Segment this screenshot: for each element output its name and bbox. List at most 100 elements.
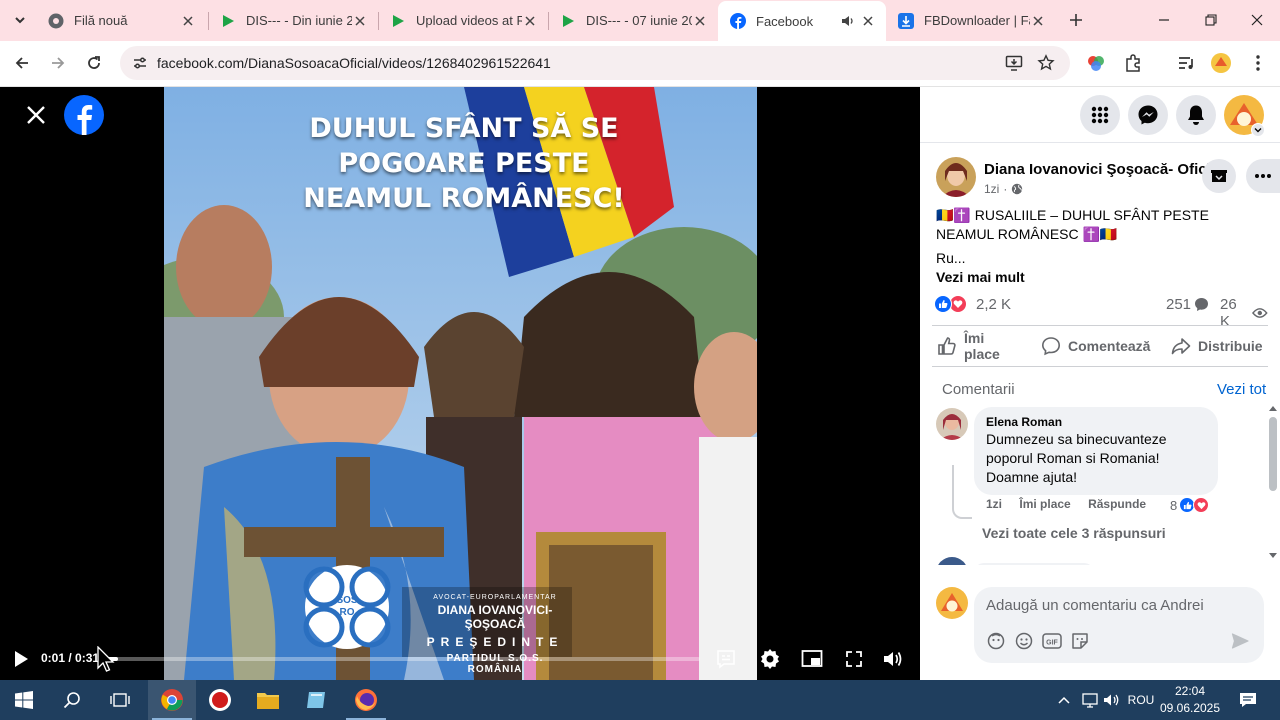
see-all-comments-link[interactable]: Vezi tot [1217, 381, 1266, 398]
picture-in-picture-button[interactable] [799, 646, 825, 672]
messenger-button[interactable] [1128, 95, 1168, 135]
comment-list: Elena Roman Dumnezeu sa binecuvanteze po… [920, 405, 1280, 565]
browser-toolbar: facebook.com/DianaSosoacaOficial/videos/… [0, 41, 1280, 87]
comment-reply-link[interactable]: Răspunde [1088, 497, 1146, 511]
minimize-button[interactable] [1141, 0, 1187, 40]
comment-count[interactable]: 251 [1166, 296, 1209, 313]
comments-scrollbar[interactable] [1266, 405, 1280, 561]
comment-composer[interactable]: Adaugă un comentariu ca Andrei GIF [974, 587, 1264, 663]
taskbar-app[interactable] [292, 680, 340, 720]
install-app-icon[interactable] [1004, 53, 1024, 73]
thumbs-up-icon [936, 335, 958, 357]
composer-avatar[interactable] [936, 587, 968, 619]
browser-tab-upload[interactable]: Upload videos at R [378, 0, 548, 41]
scrollbar-thumb[interactable] [1269, 417, 1277, 491]
site-info-icon[interactable] [130, 53, 150, 73]
start-button[interactable] [0, 680, 48, 720]
language-indicator[interactable]: ROU [1126, 690, 1156, 710]
extension-colorful-icon[interactable] [1084, 51, 1108, 75]
emoji-icon[interactable] [1014, 631, 1034, 651]
notification-center-button[interactable] [1236, 690, 1260, 710]
speaker-icon[interactable] [840, 13, 856, 29]
comment-button[interactable]: Comentează [1040, 330, 1150, 362]
network-button[interactable] [1080, 690, 1100, 710]
captions-button[interactable] [713, 646, 739, 672]
close-icon[interactable] [860, 13, 876, 29]
close-icon[interactable] [180, 13, 196, 29]
comment-input[interactable]: Adaugă un comentariu ca Andrei [986, 597, 1204, 614]
bookmark-star-icon[interactable] [1036, 53, 1056, 73]
see-more-link[interactable]: Vezi mai mult [936, 269, 1025, 285]
close-icon[interactable] [522, 13, 538, 29]
taskbar-file-explorer[interactable] [244, 680, 292, 720]
chevron-down-icon [15, 17, 25, 24]
close-window-button[interactable] [1234, 0, 1280, 40]
settings-button[interactable] [757, 646, 783, 672]
view-replies-link[interactable]: Vezi toate cele 3 răspunsuri [982, 525, 1166, 541]
reaction-icons[interactable] [934, 295, 967, 313]
browser-tab-dis-2[interactable]: DIS--- - 07 iunie 20 [548, 0, 718, 41]
close-viewer-button[interactable] [22, 101, 50, 129]
fullscreen-button[interactable] [841, 646, 867, 672]
media-control-icon[interactable] [1174, 51, 1198, 75]
new-tab-button[interactable] [1064, 8, 1088, 32]
volume-tray-button[interactable] [1102, 690, 1122, 710]
commenter-name[interactable]: Elena Roman [986, 415, 1206, 429]
tab-title: Filă nouă [74, 13, 128, 28]
task-view-button[interactable] [96, 680, 144, 720]
reaction-count[interactable]: 2,2 K [976, 296, 1011, 313]
comment-like-link[interactable]: Îmi place [1019, 497, 1070, 511]
firefox-icon [355, 689, 377, 711]
search-button[interactable] [48, 680, 96, 720]
video-player[interactable]: DUHUL SFÂNT SĂ SE POGOARE PESTE NEAMUL R… [164, 87, 757, 680]
volume-button[interactable] [880, 646, 906, 672]
commenter-avatar[interactable] [936, 408, 968, 440]
extensions-puzzle-icon[interactable] [1121, 51, 1145, 75]
profile-avatar-icon[interactable] [1209, 51, 1233, 75]
video-progress-bar[interactable] [100, 657, 700, 661]
sticker-icon[interactable] [1070, 631, 1090, 651]
browser-tab-new[interactable]: Filă nouă [36, 0, 206, 41]
close-icon[interactable] [352, 13, 368, 29]
facebook-logo[interactable] [63, 94, 105, 136]
post-author-name[interactable]: Diana Iovanovici Şoşoacă- Oficial [984, 161, 1223, 178]
menu-grid-button[interactable] [1080, 95, 1120, 135]
browser-menu-button[interactable] [1246, 51, 1270, 75]
avatar-sticker-icon[interactable] [986, 631, 1006, 651]
show-hidden-icons-button[interactable] [1056, 690, 1072, 710]
post-actions: Îmi place Comentează Distribuie [932, 325, 1268, 367]
post-author-avatar[interactable] [936, 157, 976, 197]
taskbar-recorder[interactable] [196, 680, 244, 720]
account-menu-chevron[interactable] [1251, 123, 1265, 137]
like-reaction-icon [934, 295, 952, 313]
taskbar-firefox[interactable] [342, 680, 390, 720]
svg-text:GIF: GIF [1046, 640, 1058, 647]
tab-search-button[interactable] [8, 8, 32, 32]
close-icon[interactable] [1030, 13, 1046, 29]
chrome-icon [161, 689, 183, 711]
share-button[interactable]: Distribuie [1170, 330, 1263, 362]
notifications-button[interactable] [1176, 95, 1216, 135]
browser-tab-dis-1[interactable]: DIS--- - Din iunie 2 [208, 0, 378, 41]
play-button[interactable] [10, 648, 32, 670]
send-icon[interactable] [1230, 631, 1250, 651]
back-button[interactable] [8, 49, 36, 77]
browser-tab-fbdownloader[interactable]: FBDownloader | Fa [886, 0, 1056, 41]
comment-icon [1040, 335, 1062, 357]
restore-button[interactable] [1188, 0, 1234, 40]
forward-button[interactable] [44, 49, 72, 77]
taskbar-chrome[interactable] [148, 680, 196, 720]
gif-icon[interactable]: GIF [1042, 631, 1062, 651]
comment-reactions[interactable]: 8 [1170, 497, 1210, 513]
save-post-button[interactable] [1202, 159, 1236, 193]
post-more-button[interactable] [1246, 159, 1280, 193]
post-time[interactable]: 1zi [984, 182, 999, 196]
address-bar[interactable]: facebook.com/DianaSosoacaOficial/videos/… [120, 46, 1070, 80]
close-icon[interactable] [692, 13, 708, 29]
comment-time[interactable]: 1zi [986, 497, 1002, 511]
reload-button[interactable] [80, 49, 108, 77]
taskbar-clock[interactable]: 22:04 09.06.2025 [1158, 683, 1222, 717]
task-view-icon [110, 693, 130, 707]
like-button[interactable]: Îmi place [936, 330, 1016, 362]
browser-tab-facebook[interactable]: Facebook [718, 1, 886, 41]
